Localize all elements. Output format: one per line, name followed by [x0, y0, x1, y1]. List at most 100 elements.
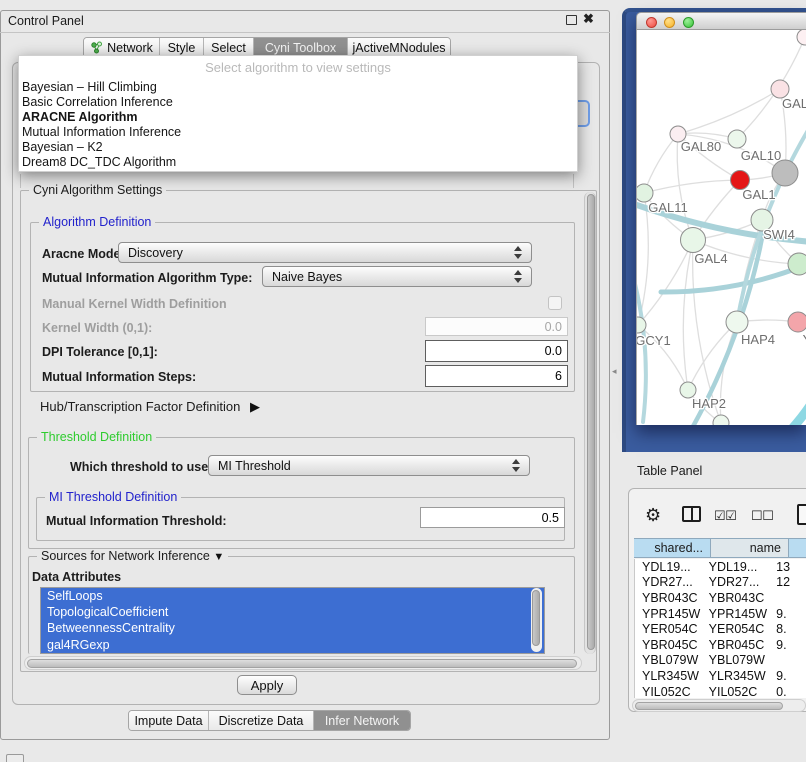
hub-definition-toggle[interactable]: Hub/Transcription Factor Definition ▶ [40, 399, 260, 415]
select-all-checkboxes-icon[interactable]: ☑ ☑ [714, 508, 735, 524]
table-cell[interactable]: 9. [769, 638, 806, 652]
table-cell[interactable]: YDR27... [702, 575, 770, 589]
node-gal4[interactable] [681, 228, 706, 253]
edge-gal4-hap2[interactable] [683, 240, 693, 390]
highlighted-edge-3[interactable] [637, 276, 646, 422]
algorithm-option-dream8-dc-tdc-algorithm[interactable]: Dream8 DC_TDC Algorithm [22, 155, 574, 170]
table-row[interactable]: YBR045CYBR045C9. [635, 637, 806, 653]
mi-type-combobox[interactable]: Naive Bayes [262, 266, 532, 287]
algorithm-option-basic-correlation-inference[interactable]: Basic Correlation Inference [22, 95, 574, 110]
highlighted-edge-1[interactable] [661, 262, 806, 292]
settings-horizontal-scrollbar-thumb[interactable] [27, 659, 577, 668]
network-canvas[interactable]: GAL80GAL10GAL1GAL11GAL4SWI4GCY1HAP4YHAP2… [636, 30, 806, 425]
settings-vertical-scrollbar-thumb[interactable] [587, 194, 595, 650]
table-cell[interactable]: YBL079W [635, 653, 702, 667]
table-cell[interactable]: YIL052C [702, 685, 770, 698]
node-graynode[interactable] [772, 160, 798, 186]
collapse-down-icon[interactable]: ▼ [213, 551, 224, 563]
table-cell[interactable]: YLR345W [702, 669, 770, 683]
new-table-icon[interactable] [797, 504, 806, 525]
zoom-traffic-light-icon[interactable] [683, 17, 694, 28]
bottom-left-button[interactable] [6, 754, 24, 762]
table-cell[interactable]: YDR27... [635, 575, 702, 589]
aracne-mode-combobox[interactable]: Discovery [118, 242, 532, 263]
settings-horizontal-scrollbar-track[interactable] [24, 656, 582, 670]
table-cell[interactable]: YPR145W [635, 607, 702, 621]
network-graph[interactable]: GAL80GAL10GAL1GAL11GAL4SWI4GCY1HAP4YHAP2… [637, 30, 806, 425]
close-traffic-light-icon[interactable] [646, 17, 657, 28]
table-row[interactable]: YIL052CYIL052C0. [635, 684, 806, 698]
table-cell[interactable]: 9. [769, 607, 806, 621]
table-cell[interactable]: YDL19... [702, 560, 770, 574]
table-cell[interactable]: YLR345W [635, 669, 702, 683]
edge-hap4-hap2[interactable] [688, 322, 737, 390]
table-horizontal-scrollbar-thumb[interactable] [635, 702, 783, 710]
node-botnode[interactable] [713, 415, 729, 425]
bottom-tab-infer-network[interactable]: Infer Network [314, 711, 410, 730]
table-cell[interactable]: YER054C [635, 622, 702, 636]
deselect-all-checkboxes-icon[interactable]: ☐ ☐ [751, 508, 772, 524]
edge-toppink-gal80[interactable] [678, 89, 780, 134]
close-icon[interactable]: ✖ [583, 11, 594, 27]
table-cell[interactable]: YBL079W [702, 653, 770, 667]
attribute-item-gal4rgexp[interactable]: gal4RGexp [41, 637, 544, 653]
table-cell[interactable]: YBR043C [635, 591, 702, 605]
dpi-tolerance-field[interactable] [425, 340, 568, 362]
table-row[interactable]: YDR27...YDR27...12 [635, 575, 806, 591]
table-row[interactable]: YER054CYER054C8. [635, 621, 806, 637]
table-cell[interactable]: YER054C [702, 622, 770, 636]
table-cell[interactable]: YDL19... [635, 560, 702, 574]
gear-icon[interactable]: ⚙ [645, 505, 661, 526]
edge-gal80-gal11[interactable] [644, 134, 678, 193]
node-pinknode[interactable] [788, 312, 806, 332]
minimize-traffic-light-icon[interactable] [664, 17, 675, 28]
column-header-shared[interactable]: shared... [634, 538, 711, 558]
algorithm-option-bayesian-k2[interactable]: Bayesian – K2 [22, 140, 574, 155]
network-window-titlebar[interactable] [636, 12, 806, 30]
node-swi4[interactable] [788, 253, 806, 275]
column-layout-icon[interactable] [682, 506, 701, 522]
bottom-tab-impute-data[interactable]: Impute Data [129, 711, 209, 730]
data-attributes-list[interactable]: SelfLoopsTopologicalCoefficientBetweenne… [40, 587, 545, 654]
table-row[interactable]: YBL079WYBL079W [635, 653, 806, 669]
column-header-clipped[interactable] [789, 538, 806, 558]
mi-steps-field[interactable] [425, 365, 568, 387]
table-row[interactable]: YDL19...YDL19...13 [635, 559, 806, 575]
control-panel-titlebar[interactable] [0, 10, 610, 33]
table-horizontal-scrollbar-track[interactable] [632, 699, 806, 712]
float-window-icon[interactable] [566, 15, 577, 25]
split-pane-collapse-icon[interactable]: ◂ [612, 366, 617, 377]
table-cell[interactable]: 13 [769, 560, 806, 574]
table-cell[interactable]: YBR045C [635, 638, 702, 652]
table-cell[interactable]: YBR045C [702, 638, 770, 652]
apply-button[interactable]: Apply [237, 675, 297, 695]
table-cell[interactable]: 8. [769, 622, 806, 636]
table-row[interactable]: YLR345WYLR345W9. [635, 668, 806, 684]
table-cell[interactable]: YPR145W [702, 607, 770, 621]
which-threshold-combobox[interactable]: MI Threshold [208, 455, 530, 476]
attribute-item-betweennesscentrality[interactable]: BetweennessCentrality [41, 620, 544, 636]
highlighted-edge-5[interactable] [737, 398, 806, 425]
settings-vertical-scrollbar-track[interactable] [584, 192, 596, 654]
node-topcut[interactable] [797, 30, 806, 45]
table-cell[interactable]: YIL052C [635, 685, 702, 698]
node-hap4[interactable] [726, 311, 748, 333]
kernel-width-field[interactable] [425, 317, 568, 336]
attribute-item-selfloops[interactable]: SelfLoops [41, 588, 544, 604]
table-cell[interactable]: YBR043C [702, 591, 770, 605]
node-gal10[interactable] [728, 130, 746, 148]
bottom-tab-discretize-data[interactable]: Discretize Data [209, 711, 314, 730]
attributes-scrollbar-track[interactable] [531, 588, 542, 652]
edge-gal11-rednode[interactable] [644, 180, 740, 193]
attribute-item-topologicalcoefficient[interactable]: TopologicalCoefficient [41, 604, 544, 620]
column-header-name[interactable]: name [711, 538, 789, 558]
algorithm-option-bayesian-hill-climbing[interactable]: Bayesian – Hill Climbing [22, 80, 574, 95]
table-row[interactable]: YPR145WYPR145W9. [635, 606, 806, 622]
table-cell[interactable]: 12 [769, 575, 806, 589]
attributes-scrollbar-thumb[interactable] [532, 590, 540, 646]
table-row[interactable]: YBR043CYBR043C [635, 590, 806, 606]
table-cell[interactable]: 0. [769, 685, 806, 698]
table-cell[interactable]: 9. [769, 669, 806, 683]
algorithm-option-mutual-information-inference[interactable]: Mutual Information Inference [22, 125, 574, 140]
manual-kernel-checkbox[interactable] [548, 296, 562, 310]
